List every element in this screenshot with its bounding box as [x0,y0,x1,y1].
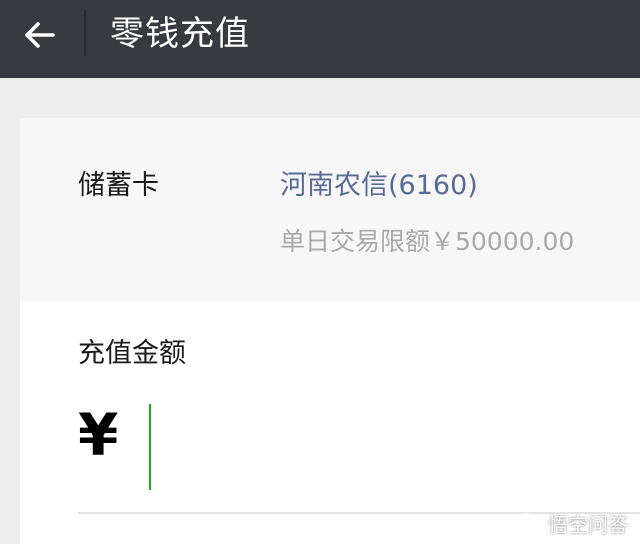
payment-card-selector[interactable]: 储蓄卡 河南农信(6160) 单日交易限额￥50000.00 [20,118,640,302]
watermark-text: 悟空问答 [548,513,628,537]
bank-card-name[interactable]: 河南农信(6160) [280,168,478,204]
daily-limit-text: 单日交易限额￥50000.00 [280,227,575,256]
back-arrow-icon [25,22,55,48]
currency-symbol: ¥ [78,401,119,469]
top-navigation-bar: 零钱充值 [0,0,640,78]
amount-input[interactable] [146,402,612,492]
page-title: 零钱充值 [110,14,250,54]
back-button[interactable] [14,12,64,58]
amount-label: 充值金额 [78,338,186,369]
speech-bubble-logo-icon [512,512,542,538]
header-divider [84,10,86,56]
recharge-amount-section: 充值金额 ¥ [20,302,640,544]
watermark: 悟空问答 [512,512,628,538]
card-type-label: 储蓄卡 [78,170,159,201]
text-cursor [149,404,151,490]
